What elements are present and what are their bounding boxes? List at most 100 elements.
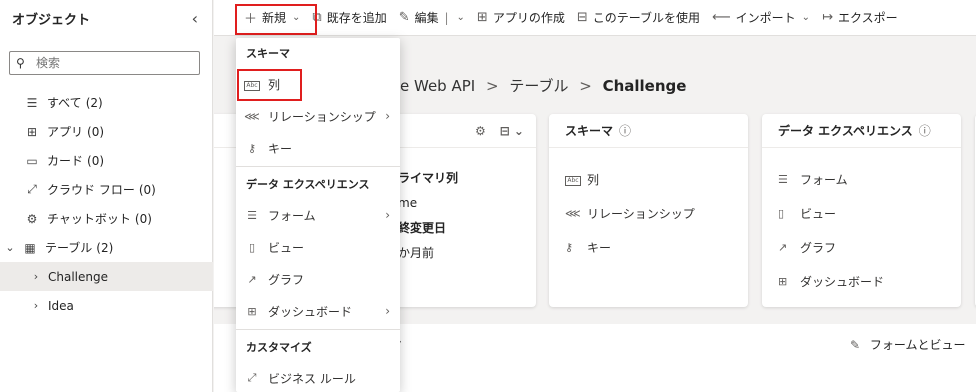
toolbox-icon[interactable]: ⊟ ⌄ — [500, 124, 524, 138]
add-existing-button[interactable]: ⧉ 既存を追加 — [306, 4, 392, 32]
sidebar-item-challenge[interactable]: › Challenge — [0, 262, 213, 291]
menu-item-view[interactable]: ▯ ビュー — [236, 231, 400, 263]
gear-icon[interactable]: ⚙ — [475, 124, 486, 138]
breadcrumb-tables[interactable]: テーブル — [509, 77, 568, 95]
dashboards-link[interactable]: ⊞ ダッシュボード — [762, 264, 961, 298]
sidebar-item-cloud-flows[interactable]: ⤢ クラウド フロー (0) — [0, 175, 213, 204]
dashboards-label: ダッシュボード — [800, 274, 885, 289]
schema-keys-label: キー — [587, 240, 612, 255]
info-icon[interactable]: ⓘ — [919, 122, 931, 139]
chevron-right-icon: › — [385, 304, 390, 318]
menu-item-label: ビュー — [268, 240, 305, 255]
schema-card-header: スキーマ ⓘ — [549, 114, 748, 148]
chevron-down-icon: ⌄ — [801, 12, 811, 23]
business-rule-icon: ⤢ — [247, 371, 257, 384]
edit-button[interactable]: ✎ 編集 | ⌄ — [393, 4, 471, 32]
relationship-icon: ⋘ — [244, 109, 260, 123]
use-table-label: このテーブルを使用 — [592, 11, 701, 25]
data-experience-card: データ エクスペリエンス ⓘ ☰ フォーム ▯ ビュー ↗ グラフ ⊞ ダッシュ… — [762, 114, 961, 307]
views-label: ビュー — [800, 206, 837, 221]
primary-column-value: me — [398, 196, 418, 210]
bot-icon: ⚙ — [26, 211, 38, 226]
charts-label: グラフ — [800, 240, 837, 255]
key-icon: ⚷ — [565, 240, 574, 254]
forms-and-views-button[interactable]: ✎ フォームとビュー — [850, 336, 966, 353]
pencil-icon: ✎ — [398, 10, 410, 25]
sidebar-item-all[interactable]: ☰ すべて (2) — [0, 88, 213, 117]
edit-label: 編集 — [414, 11, 439, 25]
sidebar-item-count: (2) — [85, 95, 103, 110]
sidebar-item-label: クラウド フロー — [47, 183, 135, 197]
schema-relationships-link[interactable]: ⋘ リレーションシップ — [549, 196, 748, 230]
data-experience-card-title: データ エクスペリエンス — [778, 124, 913, 138]
form-icon: ☰ — [247, 208, 257, 222]
sidebar-item-count: (2) — [96, 240, 114, 255]
views-link[interactable]: ▯ ビュー — [762, 196, 961, 230]
form-icon: ☰ — [778, 172, 788, 186]
sidebar-item-label: すべて — [47, 96, 82, 110]
use-table-button[interactable]: ⊟ このテーブルを使用 — [571, 4, 706, 32]
menu-item-dashboard[interactable]: ⊞ ダッシュボード › — [236, 295, 400, 327]
chart-icon: ↗ — [247, 272, 257, 286]
chevron-down-icon[interactable]: ⌄ — [4, 241, 16, 254]
relationship-icon: ⋘ — [565, 206, 581, 220]
export-label: エクスポー — [837, 11, 898, 25]
column-icon: Abc — [565, 172, 581, 186]
add-existing-label: 既存を追加 — [326, 11, 387, 25]
sidebar-search[interactable]: ⚲ — [9, 51, 200, 75]
menu-item-chart[interactable]: ↗ グラフ — [236, 263, 400, 295]
command-bar: ＋ 新規 ⌄ ⧉ 既存を追加 ✎ 編集 | ⌄ ⊞ アプリの作成 ⊟ このテーブ… — [214, 0, 976, 36]
breadcrumb-solution[interactable]: e Web API — [400, 77, 475, 95]
breadcrumb: e Web API > テーブル > Challenge — [400, 75, 686, 96]
chevron-down-icon[interactable]: ⌄ — [457, 12, 465, 23]
sidebar-item-label: Challenge — [48, 269, 108, 284]
chevron-right-icon[interactable]: › — [30, 299, 42, 312]
sidebar-item-apps[interactable]: ⊞ アプリ (0) — [0, 117, 213, 146]
import-button[interactable]: ⟵ インポート ⌄ — [706, 4, 816, 32]
view-icon: ▯ — [778, 206, 785, 220]
sidebar-item-idea[interactable]: › Idea — [0, 291, 213, 320]
import-label: インポート — [735, 11, 796, 25]
sidebar-item-count: (0) — [138, 182, 156, 197]
menu-section-data-experience: データ エクスペリエンス — [246, 178, 370, 191]
menu-item-key[interactable]: ⚷ キー — [236, 132, 400, 164]
create-app-label: アプリの作成 — [492, 11, 565, 25]
chevron-right-icon[interactable]: › — [30, 270, 42, 283]
search-input[interactable] — [36, 56, 196, 70]
create-app-button[interactable]: ⊞ アプリの作成 — [471, 4, 571, 32]
chevron-right-icon: › — [385, 208, 390, 222]
export-icon: ↦ — [822, 10, 833, 25]
menu-item-relationship[interactable]: ⋘ リレーションシップ › — [236, 100, 400, 132]
forms-and-views-label: フォームとビュー — [869, 338, 966, 352]
sidebar-title: オブジェクト — [12, 12, 91, 28]
sidebar-item-label: チャットボット — [47, 212, 131, 226]
export-button[interactable]: ↦ エクスポー — [816, 4, 904, 32]
info-icon[interactable]: ⓘ — [619, 122, 631, 139]
schema-columns-label: 列 — [587, 172, 600, 187]
dashboard-icon: ⊞ — [778, 274, 788, 288]
sidebar-item-tables[interactable]: ⌄ ▦ テーブル (2) — [0, 233, 213, 262]
search-icon: ⚲ — [16, 56, 25, 70]
sidebar-header: オブジェクト ‹ — [0, 0, 212, 36]
menu-section-customize: カスタマイズ — [246, 341, 312, 354]
chevron-right-icon: › — [385, 109, 390, 123]
collapse-chevron-icon[interactable]: ‹ — [192, 9, 198, 28]
dashboard-icon: ⊞ — [247, 304, 257, 318]
last-modified-label: 終変更日 — [398, 221, 447, 235]
schema-card-title: スキーマ — [565, 124, 614, 138]
schema-keys-link[interactable]: ⚷ キー — [549, 230, 748, 264]
view-icon: ▯ — [248, 240, 256, 254]
menu-item-label: キー — [268, 141, 293, 156]
menu-item-business-rule[interactable]: ⤢ ビジネス ルール — [236, 362, 400, 392]
schema-relationships-label: リレーションシップ — [587, 206, 695, 221]
menu-divider — [236, 166, 400, 167]
forms-link[interactable]: ☰ フォーム — [762, 162, 961, 196]
menu-item-form[interactable]: ☰ フォーム › — [236, 199, 400, 231]
edit-form-icon: ✎ — [850, 338, 861, 352]
sidebar-item-cards[interactable]: ▭ カード (0) — [0, 146, 213, 175]
menu-item-label: フォーム — [268, 208, 316, 223]
sidebar-item-chatbots[interactable]: ⚙ チャットボット (0) — [0, 204, 213, 233]
sidebar-item-label: Idea — [48, 298, 74, 313]
charts-link[interactable]: ↗ グラフ — [762, 230, 961, 264]
schema-columns-link[interactable]: Abc 列 — [549, 162, 748, 196]
